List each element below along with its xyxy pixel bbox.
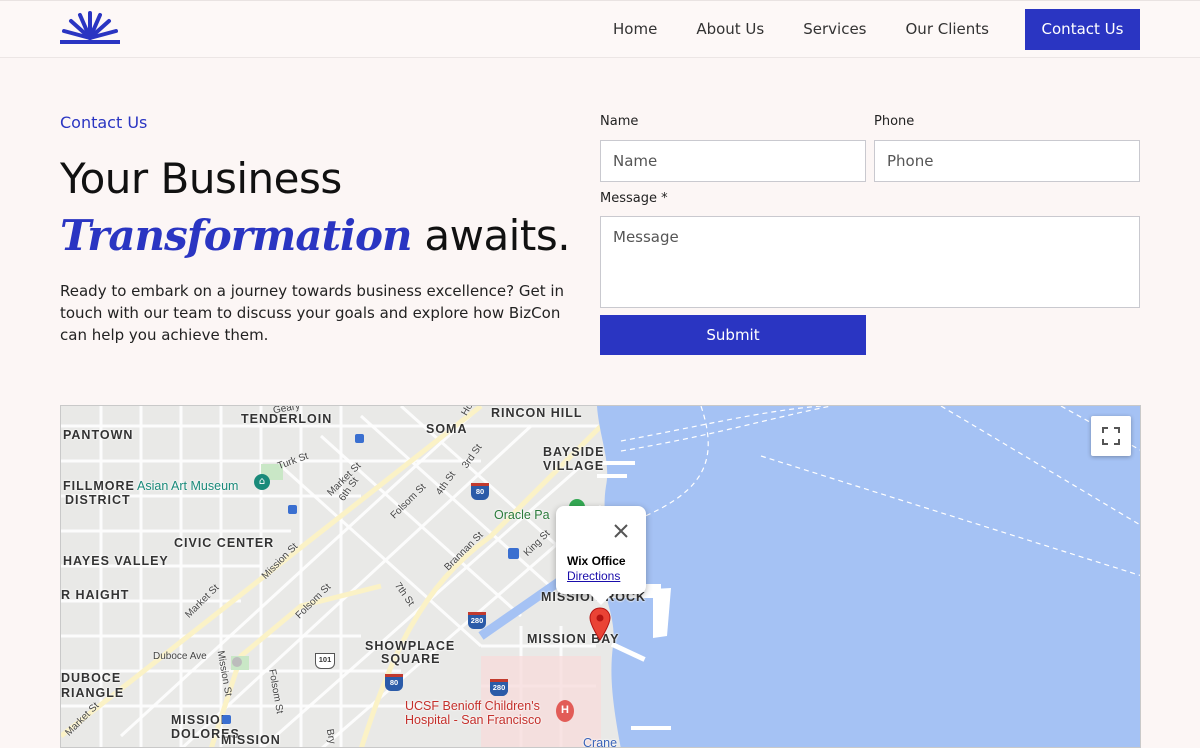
poi-ucsf-hospital[interactable]: UCSF Benioff Children's Hospital - San F…	[405, 699, 541, 727]
close-icon[interactable]	[610, 520, 632, 542]
main-nav: Home About Us Services Our Clients Conta…	[613, 1, 1140, 57]
site-header: Home About Us Services Our Clients Conta…	[0, 1, 1200, 58]
infowindow-title: Wix Office	[567, 554, 626, 568]
map-label-civic-center: CIVIC CENTER	[174, 536, 275, 550]
fullscreen-button[interactable]	[1091, 416, 1131, 456]
transit-icon	[355, 434, 364, 443]
map-label-duboce: DUBOCE	[61, 671, 122, 685]
nav-services[interactable]: Services	[803, 20, 866, 38]
highway-shield-icon: 280	[490, 679, 508, 696]
contact-us-button[interactable]: Contact Us	[1025, 8, 1140, 50]
street-bry: Bry	[323, 728, 338, 745]
highway-shield-icon: 280	[468, 612, 486, 629]
message-label: Message *	[600, 191, 668, 206]
map-label-hayes-valley: HAYES VALLEY	[63, 554, 169, 568]
map-label-village: VILLAGE	[543, 459, 605, 473]
intro-text: Ready to embark on a journey towards bus…	[60, 282, 565, 344]
map-embed[interactable]: TENDERLOIN RINCON HILL SOMA PANTOWN BAYS…	[60, 405, 1141, 748]
transit-icon	[222, 715, 231, 724]
nav-our-clients[interactable]: Our Clients	[906, 20, 990, 38]
transit-icon	[508, 548, 519, 559]
poi-asian-art-museum[interactable]: Asian Art Museum	[137, 479, 238, 493]
hospital-icon: H	[556, 700, 574, 722]
nav-about-us[interactable]: About Us	[696, 20, 764, 38]
name-label: Name	[600, 114, 639, 129]
highway-shield-icon: 101	[315, 653, 335, 669]
poi-ucsf-line2: Hospital - San Francisco	[405, 713, 542, 727]
poi-oracle-park[interactable]: Oracle Pa	[494, 508, 550, 522]
directions-link[interactable]: Directions	[567, 569, 620, 583]
map-label-rincon-hill: RINCON HILL	[491, 406, 583, 420]
map-label-showplace: SHOWPLACE	[365, 639, 456, 653]
transit-icon	[288, 505, 297, 514]
phone-field[interactable]	[874, 140, 1140, 182]
nav-home[interactable]: Home	[613, 20, 657, 38]
headline-accent: Transformation	[60, 211, 412, 260]
name-field[interactable]	[600, 140, 866, 182]
map-label-tenderloin: TENDERLOIN	[241, 412, 333, 426]
street-duboce: Duboce Ave	[153, 651, 207, 662]
map-label-triangle: RIANGLE	[61, 686, 125, 700]
map-pin-icon[interactable]	[589, 607, 611, 641]
highway-shield-icon: 80	[385, 674, 403, 691]
map-label-fillmore: FILLMORE	[63, 479, 135, 493]
poi-crane: Crane	[583, 736, 618, 748]
headline-rest: awaits.	[424, 211, 571, 260]
message-field[interactable]	[600, 216, 1140, 308]
sunburst-logo-icon[interactable]	[60, 10, 120, 44]
museum-icon: ⌂	[254, 474, 270, 490]
map-infowindow: Wix Office Directions	[556, 506, 646, 605]
map-label-district: DISTRICT	[65, 493, 131, 507]
map-label-square: SQUARE	[381, 652, 441, 666]
phone-label: Phone	[874, 114, 915, 129]
section-eyebrow: Contact Us	[60, 113, 148, 132]
highway-shield-icon: 80	[471, 483, 489, 500]
page-headline: Your Business Transformation awaits.	[60, 150, 580, 264]
map-label-bayside: BAYSIDE	[543, 445, 605, 459]
submit-button[interactable]: Submit	[600, 315, 866, 355]
map-label-pantown: PANTOWN	[63, 428, 134, 442]
map-label-haight: R HAIGHT	[61, 588, 130, 602]
poi-ucsf-line1: UCSF Benioff Children's	[405, 699, 540, 713]
fullscreen-icon	[1102, 427, 1120, 445]
map-label-soma: SOMA	[426, 422, 468, 436]
map-label-mission-2: MISSION	[221, 733, 281, 747]
headline-line1: Your Business	[60, 154, 342, 203]
